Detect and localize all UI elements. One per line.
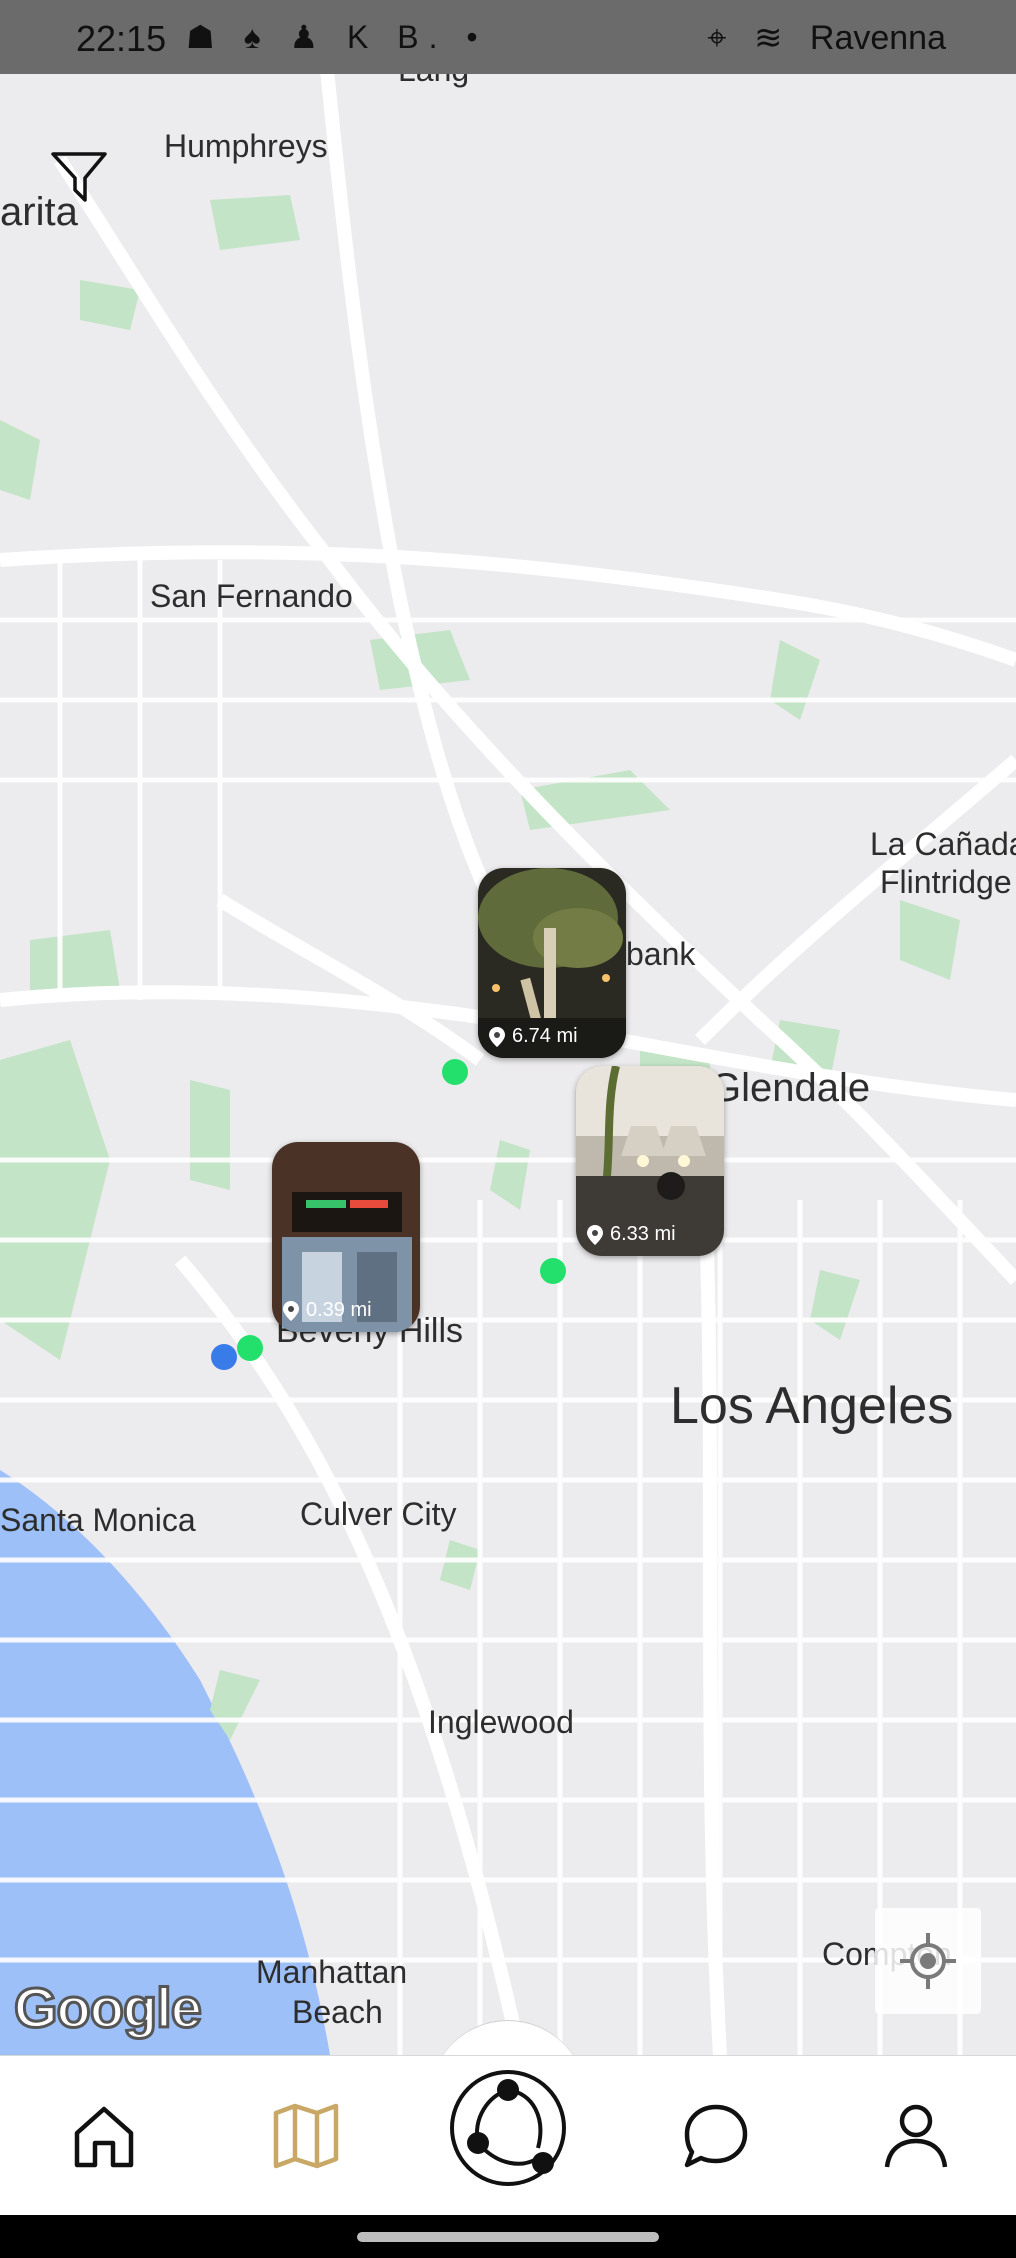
google-logo: Google (13, 1975, 204, 2041)
distance-label: 0.39 mi (282, 1299, 372, 1322)
map-label-glendale: Glendale (710, 1066, 871, 1110)
map-label-inglewood: Inglewood (428, 1704, 574, 1740)
place-marker[interactable] (540, 1258, 566, 1284)
map-label-burbank: bank (626, 936, 696, 972)
my-location-icon (900, 1933, 956, 1989)
map-label-humphreys: Humphreys (164, 128, 328, 164)
bottom-nav (0, 2055, 1016, 2216)
home-indicator[interactable] (357, 2232, 659, 2242)
profile-icon (884, 2104, 948, 2168)
location-pin-icon (489, 1026, 505, 1047)
nav-map[interactable] (266, 2096, 346, 2176)
distance-label: 6.33 mi (586, 1223, 676, 1246)
location-pin-icon (587, 1224, 603, 1245)
current-location-marker (211, 1344, 237, 1370)
map-label-manhattan: Manhattan (256, 1954, 408, 1990)
map-view[interactable]: Lang Humphreys arita San Fernando La Cañ… (0, 0, 1016, 2055)
wifi-icon: ≋ (753, 19, 783, 57)
place-marker[interactable] (442, 1059, 468, 1085)
nav-profile[interactable] (876, 2096, 956, 2176)
location-icon: ⌖ (707, 19, 727, 57)
my-location-button[interactable] (875, 1908, 981, 2014)
gesture-bar (0, 2215, 1016, 2258)
map-label-flintridge: Flintridge (880, 864, 1012, 900)
chat-icon (684, 2104, 748, 2168)
distance-label: 6.74 mi (488, 1025, 578, 1048)
place-card[interactable]: 0.39 mi (272, 1142, 420, 1332)
place-card[interactable]: 6.74 mi (478, 868, 626, 1058)
status-bar: 22:15 ☗ ♠ ♟ K B. • ⌖ ≋ Ravenna (0, 0, 1016, 74)
home-icon (74, 2106, 134, 2168)
status-time: 22:15 (76, 18, 167, 59)
map-label-san-fernando: San Fernando (150, 578, 353, 614)
map-label-beach: Beach (292, 1994, 383, 2030)
nav-chat[interactable] (676, 2096, 756, 2176)
status-right: ⌖ ≋ Ravenna (689, 18, 946, 58)
map-label-la-canada: La Cañada (870, 826, 1016, 862)
filter-icon (51, 152, 107, 202)
filter-button[interactable] (50, 150, 108, 204)
map-icon (273, 2103, 339, 2169)
notification-icons: ☗ ♠ ♟ K B. • (186, 19, 488, 55)
place-card[interactable]: 6.33 mi (576, 1066, 724, 1256)
connect-icon (450, 2070, 566, 2186)
map-label-santa-monica: Santa Monica (0, 1502, 196, 1538)
place-marker[interactable] (237, 1335, 263, 1361)
location-pin-icon (283, 1300, 299, 1321)
map-label-los-angeles: Los Angeles (670, 1377, 954, 1435)
map-label-culver-city: Culver City (300, 1496, 457, 1532)
nav-home[interactable] (64, 2096, 144, 2176)
status-right-text: Ravenna (809, 19, 946, 57)
nav-connect[interactable] (448, 2068, 568, 2188)
